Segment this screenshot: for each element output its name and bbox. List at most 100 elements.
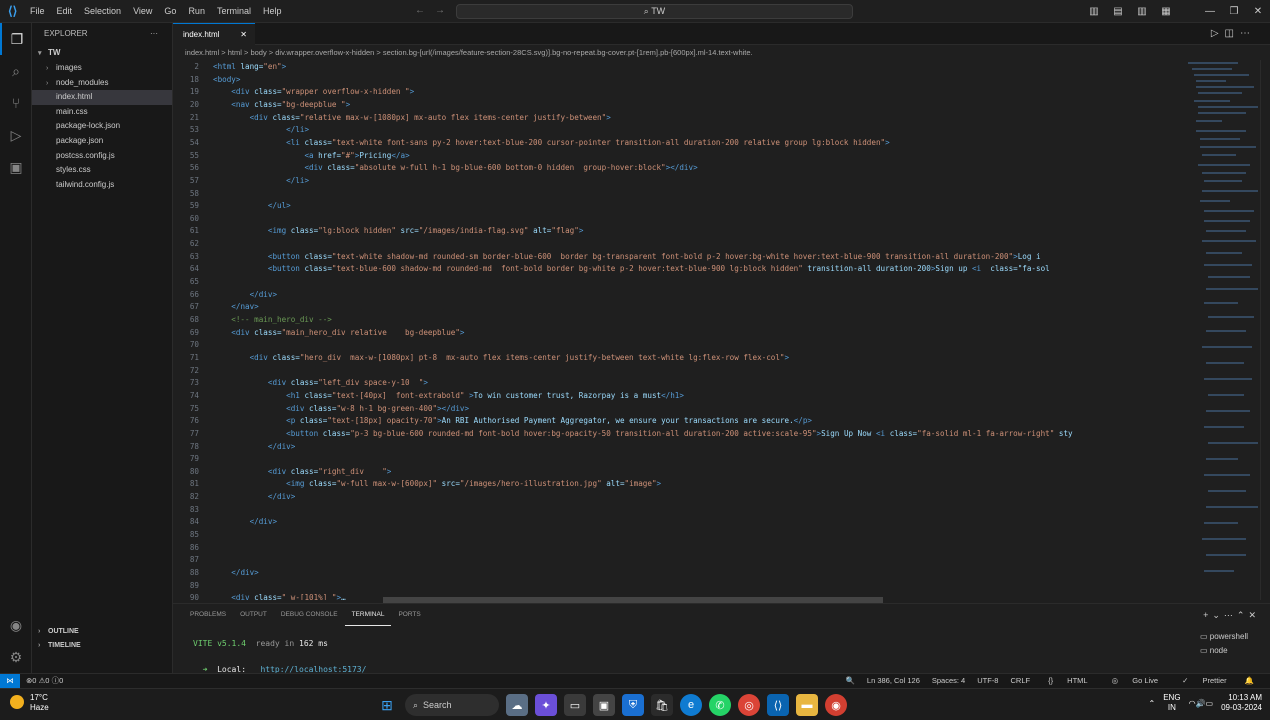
- toggle-secondary-sidebar-icon[interactable]: ▥: [1130, 0, 1154, 23]
- menu-go[interactable]: Go: [158, 0, 182, 23]
- terminal-output[interactable]: VITE v5.1.4 ready in 162 ms ➜ Local: htt…: [193, 637, 366, 676]
- outline-section[interactable]: › OUTLINE: [32, 625, 173, 639]
- code-line[interactable]: </li>: [213, 176, 309, 185]
- cursor-position[interactable]: Ln 386, Col 126: [861, 674, 926, 688]
- explorer-icon[interactable]: ❐: [0, 23, 32, 55]
- customize-layout-icon[interactable]: ▦: [1154, 0, 1178, 23]
- code-view[interactable]: 2 <html lang="en"> 18 <body> 19 <div class="…: [173, 60, 1183, 600]
- code-line[interactable]: <div class="w-8 h-1 bg-green-400"></div>: [213, 404, 469, 413]
- edge-browser-icon[interactable]: e: [680, 694, 702, 716]
- clock[interactable]: 10:13 AM 09-03-2024: [1221, 693, 1262, 713]
- code-line[interactable]: <img class="w-full max-w-[600px]" src="/…: [213, 479, 661, 488]
- split-editor-icon[interactable]: ◫: [1225, 28, 1240, 39]
- tab-index-html[interactable]: index.html ✕: [173, 23, 255, 45]
- notifications-icon[interactable]: 🔔: [1239, 674, 1260, 688]
- code-line[interactable]: <div class="absolute w-full h-1 bg-blue-…: [213, 163, 697, 172]
- code-line[interactable]: </ul>: [213, 201, 291, 210]
- remote-icon[interactable]: ⋈: [0, 674, 20, 688]
- manage-gear-icon[interactable]: ⚙: [0, 641, 32, 673]
- code-line[interactable]: </div>: [213, 492, 295, 501]
- code-line[interactable]: </div>: [213, 442, 295, 451]
- back-arrow-icon[interactable]: ←: [415, 5, 435, 16]
- code-line[interactable]: </nav>: [213, 302, 258, 311]
- code-line[interactable]: </div>: [213, 290, 277, 299]
- tab-ports[interactable]: PORTS: [391, 604, 427, 626]
- toggle-sidebar-icon[interactable]: ▥: [1082, 0, 1106, 23]
- tree-file-package-json[interactable]: package.json: [32, 134, 172, 149]
- code-line[interactable]: <button class="p-3 bg-blue-600 rounded-m…: [213, 429, 1072, 438]
- more-actions-icon[interactable]: ⋯: [1224, 610, 1237, 620]
- language-mode[interactable]: {} HTML: [1036, 674, 1100, 688]
- close-window-button[interactable]: ✕: [1246, 0, 1270, 23]
- tray-overflow-icon[interactable]: ⌃: [1149, 699, 1156, 708]
- menu-edit[interactable]: Edit: [51, 0, 79, 23]
- store-icon[interactable]: 🛍: [651, 694, 673, 716]
- copilot-icon[interactable]: ✦: [535, 694, 557, 716]
- wifi-icon[interactable]: ◠: [1189, 699, 1196, 708]
- code-line[interactable]: <a href="#">Pricing</a>: [213, 151, 409, 160]
- zoom-icon[interactable]: 🔍: [840, 674, 861, 688]
- volume-icon[interactable]: 🔊: [1196, 699, 1206, 708]
- code-line[interactable]: <button class="text-blue-600 shadow-md r…: [213, 264, 1050, 273]
- breadcrumb[interactable]: index.html > html > body > div.wrapper.o…: [173, 45, 1173, 60]
- language-indicator[interactable]: ENG IN: [1163, 693, 1180, 713]
- code-line[interactable]: <div class=" w-[101%] ">…: [213, 593, 345, 600]
- tree-folder-node-modules[interactable]: › node_modules: [32, 76, 172, 91]
- windows-start-icon[interactable]: ⊞: [376, 694, 398, 716]
- forward-arrow-icon[interactable]: →: [435, 5, 455, 16]
- more-actions-icon[interactable]: ⋯: [1240, 28, 1256, 39]
- vertical-scrollbar[interactable]: [1260, 60, 1270, 600]
- tree-file-main-css[interactable]: main.css: [32, 105, 172, 120]
- code-line[interactable]: <div class="relative max-w-[1080px] mx-a…: [213, 113, 611, 122]
- code-line[interactable]: <div class="wrapper overflow-x-hidden ">: [213, 87, 414, 96]
- code-line[interactable]: <div class="left_div space-y-10 ">: [213, 378, 428, 387]
- taskbar-search[interactable]: ⌕ Search: [405, 694, 499, 716]
- menu-selection[interactable]: Selection: [78, 0, 127, 23]
- widgets-icon[interactable]: ☁: [506, 694, 528, 716]
- problems-status[interactable]: ⊗0 ⚠0 ⓘ0: [26, 674, 63, 688]
- code-line[interactable]: <div class="right_div ">: [213, 467, 391, 476]
- security-shield-icon[interactable]: ⛨: [622, 694, 644, 716]
- timeline-section[interactable]: › TIMELINE: [32, 639, 173, 653]
- command-center[interactable]: ⌕ TW: [456, 4, 853, 19]
- menu-help[interactable]: Help: [257, 0, 288, 23]
- extensions-icon[interactable]: ▣: [0, 151, 32, 183]
- chrome-profile-icon[interactable]: ◉: [825, 694, 847, 716]
- code-line[interactable]: <button class="text-white shadow-md roun…: [213, 252, 1041, 261]
- run-icon[interactable]: ▷: [1211, 28, 1225, 39]
- menu-run[interactable]: Run: [182, 0, 211, 23]
- battery-icon[interactable]: ▭: [1206, 699, 1214, 708]
- restore-button[interactable]: ❐: [1222, 0, 1246, 23]
- toggle-panel-icon[interactable]: ▤: [1106, 0, 1130, 23]
- close-panel-icon[interactable]: ✕: [1248, 610, 1260, 620]
- whatsapp-icon[interactable]: ✆: [709, 694, 731, 716]
- new-terminal-icon[interactable]: +: [1203, 610, 1212, 620]
- code-line[interactable]: <li class="text-white font-sans py-2 hov…: [213, 138, 890, 147]
- tab-output[interactable]: OUTPUT: [233, 604, 274, 626]
- code-line[interactable]: </li>: [213, 125, 309, 134]
- more-actions-icon[interactable]: ···: [150, 23, 158, 45]
- menu-view[interactable]: View: [127, 0, 158, 23]
- tree-folder-images[interactable]: › images: [32, 61, 172, 76]
- code-line[interactable]: <!-- main_hero_div -->: [213, 315, 332, 324]
- code-line[interactable]: <nav class="bg-deepblue ">: [213, 100, 350, 109]
- tree-file-package-lock[interactable]: package-lock.json: [32, 119, 172, 134]
- tab-terminal[interactable]: TERMINAL: [344, 604, 392, 626]
- file-explorer-icon[interactable]: ▬: [796, 694, 818, 716]
- close-tab-icon[interactable]: ✕: [240, 24, 247, 45]
- tab-debug-console[interactable]: DEBUG CONSOLE: [274, 604, 345, 626]
- prettier-status[interactable]: ✓ Prettier: [1170, 674, 1239, 688]
- workspace-root[interactable]: ▾ TW: [32, 45, 172, 61]
- account-icon[interactable]: ◉: [0, 609, 32, 641]
- task-view-icon[interactable]: ▭: [564, 694, 586, 716]
- encoding[interactable]: UTF-8: [971, 674, 1004, 688]
- code-line[interactable]: <div class="hero_div max-w-[1080px] pt-8…: [213, 353, 790, 362]
- vscode-taskbar-icon[interactable]: ⟨⟩: [767, 694, 789, 716]
- chrome-icon[interactable]: ◎: [738, 694, 760, 716]
- menu-terminal[interactable]: Terminal: [211, 0, 257, 23]
- code-line[interactable]: </div>: [213, 517, 277, 526]
- code-line[interactable]: <div class="main_hero_div relative bg-de…: [213, 328, 464, 337]
- code-line[interactable]: <body>: [213, 75, 240, 84]
- code-line[interactable]: <img class="lg:block hidden" src="/image…: [213, 226, 584, 235]
- indentation[interactable]: Spaces: 4: [926, 674, 971, 688]
